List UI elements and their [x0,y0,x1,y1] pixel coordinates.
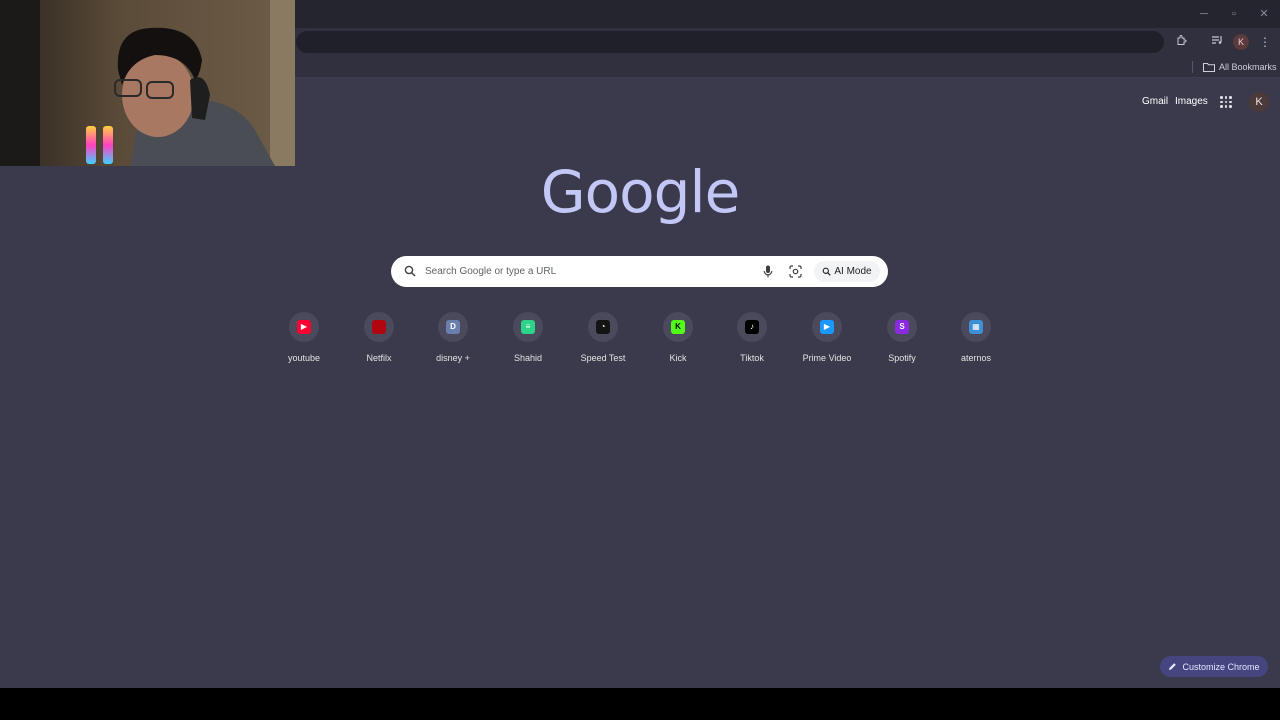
shortcut-label: Spotify [888,353,916,363]
tiktok-icon: ♪ [745,320,759,334]
ai-mode-button[interactable]: AI Mode [814,261,880,282]
shortcut-icon-circle: ▶ [812,312,842,342]
shortcut-icon-circle: ≡ [513,312,543,342]
shortcut-icon-circle [364,312,394,342]
shortcut-icon-circle: ▦ [961,312,991,342]
bookmarks-separator [1192,61,1193,73]
folder-icon [1203,63,1215,72]
extensions-icon[interactable] [1174,34,1190,50]
shortcut-label: Tiktok [740,353,764,363]
close-icon[interactable]: ✕ [1256,6,1272,22]
prime-video-icon: ▶ [820,320,834,334]
youtube-icon: ▶ [297,320,311,334]
webcam-overlay [0,0,295,166]
search-box[interactable]: AI Mode [391,256,888,287]
letter-s-icon: S [895,320,909,334]
account-avatar[interactable]: K [1249,92,1269,112]
netflix-icon [372,320,386,334]
shortcut-icon-circle: D [438,312,468,342]
google-logo: Google [540,158,741,226]
shortcut-icon-circle: ◔ [588,312,618,342]
shortcut-label: disney + [436,353,470,363]
shortcut-tile[interactable]: Netfilx [342,310,416,370]
profile-avatar[interactable]: K [1233,34,1249,50]
pencil-icon [1169,663,1177,670]
shortcut-icon-circle: S [887,312,917,342]
shortcut-icon-circle: ♪ [737,312,767,342]
google-apps-icon[interactable] [1220,96,1232,108]
webcam-image [0,0,295,166]
shortcut-tile[interactable]: S Spotify [865,310,939,370]
search-input[interactable] [425,261,745,282]
shortcut-tile[interactable]: K Kick [641,310,715,370]
shortcut-tile[interactable]: ◔ Speed Test [566,310,640,370]
google-lens-icon[interactable] [789,265,802,278]
browser-window: ─ ▫ ✕ K ⋮ All Bookmarks Gmail Images K G… [0,0,1280,688]
media-control-icon[interactable] [1209,34,1225,50]
microphone-icon[interactable] [763,265,773,278]
all-bookmarks-button[interactable]: All Bookmarks [1203,60,1277,74]
shortcut-tile[interactable]: Ddisney + [416,310,490,370]
all-bookmarks-label: All Bookmarks [1219,62,1277,72]
shortcut-label: youtube [287,353,321,363]
customize-chrome-button[interactable]: Customize Chrome [1160,656,1268,677]
restore-icon[interactable]: ▫ [1226,6,1242,22]
images-link[interactable]: Images [1175,96,1208,107]
shortcut-tile[interactable]: ▶ Prime Video [790,310,864,370]
shortcut-tile[interactable]: ≡ Shahid [491,310,565,370]
shahid-icon: ≡ [521,320,535,334]
minimize-icon[interactable]: ─ [1196,6,1212,22]
kick-icon: K [671,320,685,334]
shortcut-tile[interactable]: ♪ Tiktok [715,310,789,370]
taskbar [0,688,1280,720]
address-bar[interactable] [296,31,1164,53]
aternos-icon: ▦ [969,320,983,334]
shortcut-label: Prime Video [802,353,852,363]
customize-chrome-label: Customize Chrome [1182,661,1260,672]
ai-sparkle-search-icon [823,267,832,276]
shortcut-tile[interactable]: ▶ youtube [267,310,341,370]
letter-d-icon: D [446,320,460,334]
speedometer-icon: ◔ [596,320,610,334]
shortcut-label: Speed Test [580,353,626,363]
shortcut-label: Kick [669,353,687,363]
shortcut-label: Shahid [513,353,543,363]
shortcut-label: aternos [960,353,992,363]
shortcut-icon-circle: ▶ [289,312,319,342]
gmail-link[interactable]: Gmail [1142,96,1168,107]
shortcut-icon-circle: K [663,312,693,342]
shortcut-label: Netfilx [366,353,392,363]
ai-mode-label: AI Mode [834,266,872,277]
more-menu-icon[interactable]: ⋮ [1257,34,1273,50]
shortcut-tile[interactable]: ▦ aternos [939,310,1013,370]
search-icon [404,265,416,277]
